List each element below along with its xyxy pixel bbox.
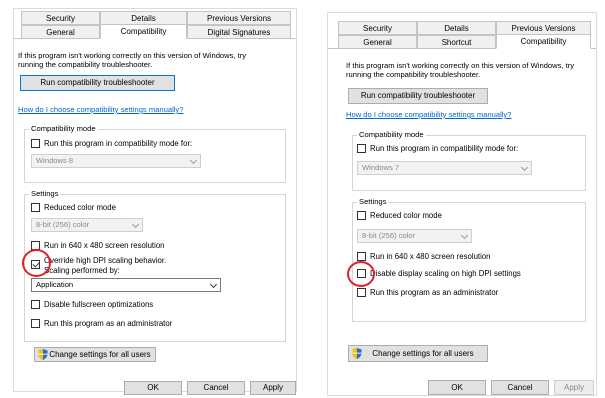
tab-compatibility[interactable]: Compatibility — [496, 34, 591, 49]
scaling-select-value: Application — [36, 280, 74, 289]
chevron-down-icon — [209, 280, 218, 289]
run-admin-checkbox[interactable] — [357, 288, 366, 297]
ok-button[interactable]: OK — [124, 381, 182, 395]
disable-fullscreen-checkbox[interactable] — [31, 300, 40, 309]
scaling-performed-by-label: Scaling performed by: — [44, 266, 120, 275]
tab-digital-signatures[interactable]: Digital Signatures — [187, 25, 291, 39]
run-admin-label: Run this program as an administrator — [44, 319, 173, 328]
tab-previous-versions[interactable]: Previous Versions — [496, 21, 591, 35]
tab-security[interactable]: Security — [21, 11, 100, 25]
override-dpi-label: Override high DPI scaling behavior. — [44, 256, 167, 265]
tab-shortcut[interactable]: Shortcut — [417, 35, 496, 49]
left-properties-dialog: Security Details Previous Versions Gener… — [13, 8, 297, 395]
settings-group — [352, 202, 586, 322]
settings-title: Settings — [357, 197, 389, 206]
reduced-color-checkbox[interactable] — [31, 203, 40, 212]
tab-general[interactable]: General — [338, 35, 417, 49]
chevron-down-icon — [520, 163, 529, 172]
color-depth-select-value: 8-bit (256) color — [36, 220, 90, 229]
compat-mode-select[interactable]: Windows 7 — [357, 161, 532, 175]
run-640-checkbox[interactable] — [357, 252, 366, 261]
run-admin-label: Run this program as an administrator — [370, 288, 499, 297]
reduced-color-checkbox[interactable] — [357, 211, 366, 220]
disable-dpi-scaling-label: Disable display scaling on high DPI sett… — [370, 269, 521, 278]
apply-button[interactable]: Apply — [250, 381, 296, 395]
cancel-button[interactable]: Cancel — [491, 380, 549, 395]
compat-mode-select[interactable]: Windows 8 — [31, 154, 201, 168]
ok-button[interactable]: OK — [428, 380, 486, 395]
disable-fullscreen-label: Disable fullscreen optimizations — [44, 300, 154, 309]
cancel-button[interactable]: Cancel — [187, 381, 245, 395]
compat-mode-checkbox[interactable] — [357, 144, 366, 153]
reduced-color-label: Reduced color mode — [370, 211, 442, 220]
tab-security[interactable]: Security — [338, 21, 417, 35]
tab-general[interactable]: General — [21, 25, 100, 39]
tab-compatibility[interactable]: Compatibility — [100, 24, 187, 39]
run-admin-checkbox[interactable] — [31, 319, 40, 328]
color-depth-select[interactable]: 8-bit (256) color — [357, 229, 472, 243]
compat-mode-checkbox[interactable] — [31, 139, 40, 148]
settings-title: Settings — [29, 189, 61, 198]
run-640-label: Run in 640 x 480 screen resolution — [44, 241, 165, 250]
intro-text: If this program isn't working correctly … — [346, 61, 575, 79]
change-all-users-label: Change settings for all users — [49, 350, 151, 359]
tab-details[interactable]: Details — [100, 11, 187, 25]
compat-mode-select-value: Windows 8 — [36, 156, 74, 165]
manual-settings-link[interactable]: How do I choose compatibility settings m… — [18, 105, 183, 114]
change-all-users-button[interactable]: Change settings for all users — [348, 345, 488, 362]
tab-previous-versions[interactable]: Previous Versions — [187, 11, 291, 25]
apply-button[interactable]: Apply — [554, 380, 594, 395]
run-640-label: Run in 640 x 480 screen resolution — [370, 252, 491, 261]
manual-settings-link[interactable]: How do I choose compatibility settings m… — [346, 110, 511, 119]
compat-mode-label: Run this program in compatibility mode f… — [44, 139, 193, 148]
right-properties-dialog: Security Details Previous Versions Gener… — [327, 12, 597, 396]
change-all-users-button[interactable]: Change settings for all users — [34, 347, 156, 362]
chevron-down-icon — [189, 156, 198, 165]
color-depth-select-value: 8-bit (256) color — [362, 231, 416, 240]
compat-mode-title: Compatibility mode — [357, 130, 426, 139]
color-depth-select[interactable]: 8-bit (256) color — [31, 218, 143, 232]
highlight-circle — [347, 261, 375, 287]
compat-mode-label: Run this program in compatibility mode f… — [370, 144, 519, 153]
chevron-down-icon — [131, 220, 140, 229]
intro-text: If this program isn't working correctly … — [18, 51, 247, 69]
tab-details[interactable]: Details — [417, 21, 496, 35]
chevron-down-icon — [460, 231, 469, 240]
compat-mode-title: Compatibility mode — [29, 124, 98, 133]
compat-mode-select-value: Windows 7 — [362, 163, 400, 172]
highlight-circle — [22, 249, 51, 277]
change-all-users-label: Change settings for all users — [372, 349, 474, 358]
scaling-select[interactable]: Application — [31, 278, 221, 292]
troubleshooter-button[interactable]: Run compatibility troubleshooter — [348, 88, 488, 104]
reduced-color-label: Reduced color mode — [44, 203, 116, 212]
uac-shield-icon — [38, 349, 48, 360]
troubleshooter-button[interactable]: Run compatibility troubleshooter — [20, 75, 175, 91]
uac-shield-icon — [352, 348, 362, 359]
